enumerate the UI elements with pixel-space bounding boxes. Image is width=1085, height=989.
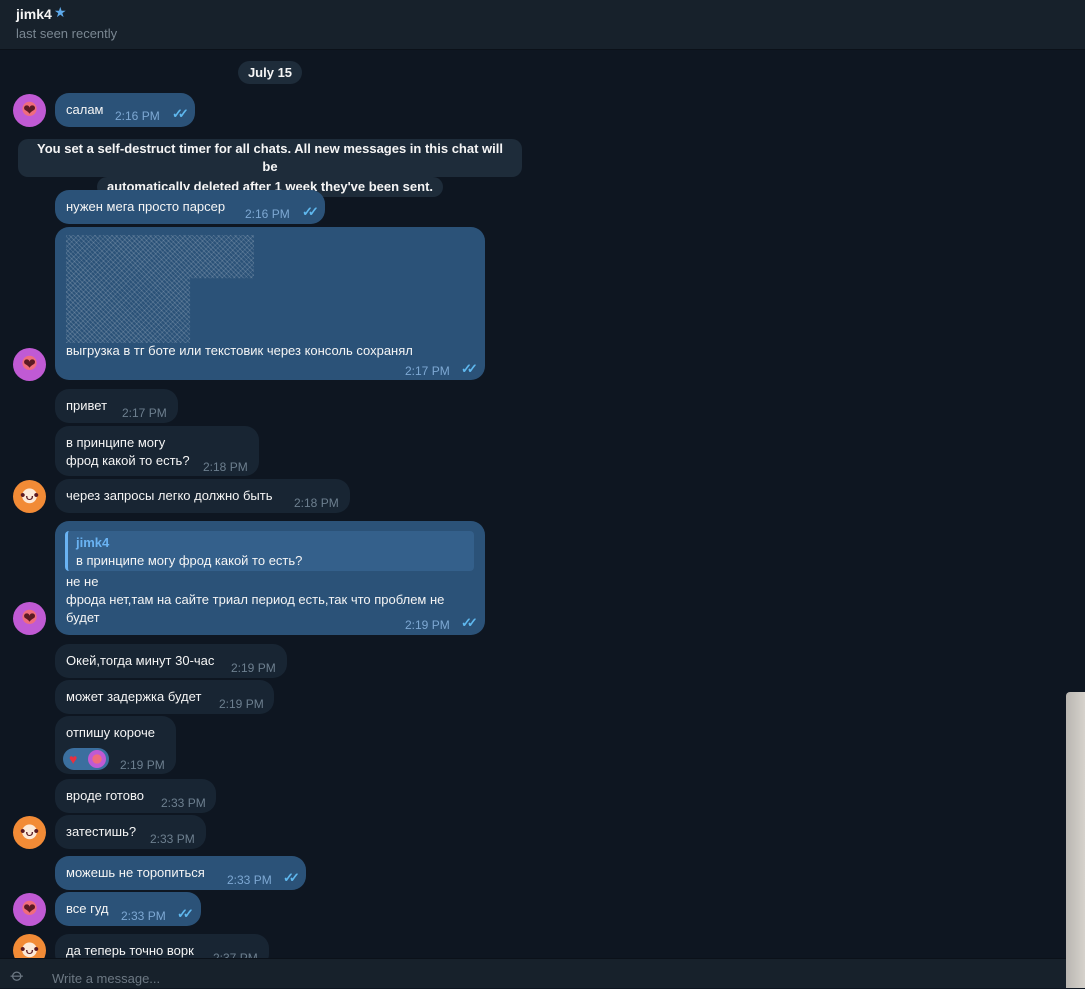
message-text: отпишу короче (66, 725, 155, 740)
message-time: 2:19 PM (231, 661, 276, 675)
message-time: 2:17 PM (122, 406, 167, 420)
message-time: 2:17 PM (405, 364, 450, 378)
contact-name[interactable]: jimk4 (16, 6, 52, 22)
message-bubble[interactable]: в принципе могу фрод какой то есть? 2:18… (55, 426, 259, 476)
message-time: 2:19 PM (219, 697, 264, 711)
message-text: все гуд (66, 901, 109, 916)
avatar[interactable]: ❤ (13, 348, 46, 381)
message-text: в принципе могу (66, 435, 166, 450)
message-text: вроде готово (66, 788, 144, 803)
avatar[interactable]: •ᴗ• (13, 816, 46, 849)
read-checkmarks-icon: ✓✓ (461, 361, 478, 376)
reactions[interactable]: ♥ (63, 748, 109, 770)
message-time: 2:33 PM (161, 796, 206, 810)
reaction-avatar-icon (88, 750, 106, 768)
paperclip-icon[interactable]: ⌀ (6, 964, 29, 987)
message-bubble[interactable]: через запросы легко должно быть 2:18 PM (55, 479, 350, 513)
message-time: 2:37 PM (213, 951, 258, 958)
message-time: 2:18 PM (203, 460, 248, 474)
message-text: можешь не торопиться (66, 865, 205, 880)
contact-status: last seen recently (16, 26, 118, 41)
service-message: You set a self-destruct timer for all ch… (18, 139, 522, 197)
message-bubble[interactable]: салам 2:16 PM ✓✓ (55, 93, 195, 127)
avatar[interactable]: •ᴗ• (13, 480, 46, 513)
message-bubble[interactable]: затестишь? 2:33 PM (55, 815, 206, 849)
date-separator: July 15 (238, 61, 302, 84)
message-bubble[interactable]: Окей,тогда минут 30-час 2:19 PM (55, 644, 287, 678)
read-checkmarks-icon: ✓✓ (461, 615, 478, 630)
read-checkmarks-icon: ✓✓ (177, 906, 194, 921)
message-text: да теперь точно ворк (66, 943, 194, 958)
message-text: может задержка будет (66, 689, 202, 704)
redacted-image[interactable] (66, 235, 254, 343)
read-checkmarks-icon: ✓✓ (302, 204, 319, 219)
message-bubble[interactable]: да теперь точно ворк 2:37 PM (55, 934, 269, 958)
message-bubble[interactable]: может задержка будет 2:19 PM (55, 680, 274, 714)
message-time: 2:33 PM (227, 873, 272, 887)
message-bubble[interactable]: отпишу короче ♥ 2:19 PM (55, 716, 176, 774)
message-time: 2:19 PM (120, 758, 165, 772)
message-text: затестишь? (66, 824, 137, 839)
message-time: 2:33 PM (150, 832, 195, 846)
read-checkmarks-icon: ✓✓ (283, 870, 300, 885)
service-message-line: You set a self-destruct timer for all ch… (18, 139, 522, 177)
message-bubble[interactable]: вроде готово 2:33 PM (55, 779, 216, 813)
message-bubble[interactable]: нужен мега просто парсер 2:16 PM ✓✓ (55, 190, 325, 224)
avatar[interactable]: ❤ (13, 602, 46, 635)
message-bubble[interactable]: можешь не торопиться 2:33 PM ✓✓ (55, 856, 306, 890)
message-text: нужен мега просто парсер (66, 199, 226, 214)
heart-reaction-icon[interactable]: ♥ (69, 750, 77, 768)
read-checkmarks-icon: ✓✓ (172, 106, 189, 121)
message-time: 2:19 PM (405, 618, 450, 632)
background-window-edge (1066, 692, 1085, 988)
message-bubble[interactable]: все гуд 2:33 PM ✓✓ (55, 892, 201, 926)
message-text: Окей,тогда минут 30-час (66, 653, 215, 668)
message-composer[interactable]: ⌀ (0, 958, 1085, 989)
message-text: привет (66, 398, 108, 413)
star-icon: ★ (54, 4, 67, 20)
message-bubble[interactable]: jimk4 в принципе могу фрод какой то есть… (55, 521, 485, 635)
message-time: 2:18 PM (294, 496, 339, 510)
message-list[interactable]: July 15 ❤ салам 2:16 PM ✓✓ You set a sel… (0, 50, 1085, 958)
message-text: выгрузка в тг боте или текстовик через к… (66, 343, 413, 358)
message-time: 2:16 PM (115, 109, 160, 123)
message-text: салам (66, 102, 104, 117)
message-text: через запросы легко должно быть (66, 488, 273, 503)
message-time: 2:33 PM (121, 909, 166, 923)
avatar[interactable]: •ᴗ• (13, 934, 46, 958)
reply-author: jimk4 (76, 535, 110, 550)
message-bubble[interactable]: привет 2:17 PM (55, 389, 178, 423)
reply-text: в принципе могу фрод какой то есть? (76, 553, 303, 568)
message-text: фрод какой то есть? (66, 453, 190, 468)
avatar[interactable]: ❤ (13, 893, 46, 926)
message-bubble[interactable]: выгрузка в тг боте или текстовик через к… (55, 227, 485, 380)
message-text: не не (66, 574, 99, 589)
message-input[interactable] (50, 967, 1054, 989)
reply-quote[interactable]: jimk4 в принципе могу фрод какой то есть… (65, 531, 474, 571)
avatar[interactable]: ❤ (13, 94, 46, 127)
message-time: 2:16 PM (245, 207, 290, 221)
chat-header[interactable]: jimk4 ★ last seen recently (0, 0, 1085, 50)
